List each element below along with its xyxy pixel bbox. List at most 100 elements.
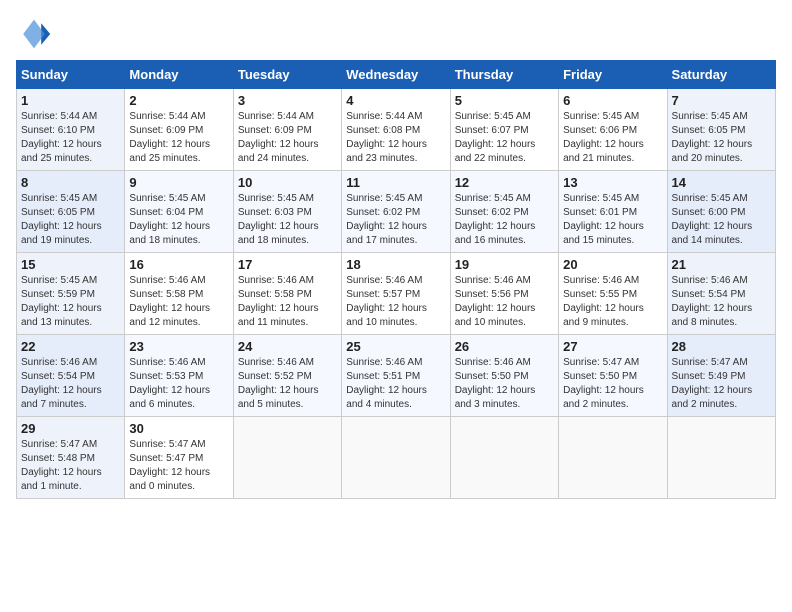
day-detail: Sunrise: 5:46 AM Sunset: 5:54 PM Dayligh… — [672, 274, 771, 330]
day-number: 10 — [238, 175, 337, 190]
day-number: 28 — [672, 339, 771, 354]
day-number: 24 — [238, 339, 337, 354]
day-detail: Sunrise: 5:47 AM Sunset: 5:50 PM Dayligh… — [563, 356, 662, 412]
day-number: 12 — [455, 175, 554, 190]
calendar-cell: 27 Sunrise: 5:47 AM Sunset: 5:50 PM Dayli… — [559, 335, 667, 417]
page-header — [16, 16, 776, 52]
day-number: 17 — [238, 257, 337, 272]
calendar-cell: 22Sunrise: 5:46 AM Sunset: 5:54 PM Dayli… — [17, 335, 125, 417]
calendar-cell: 4 Sunrise: 5:44 AM Sunset: 6:08 PM Daylig… — [342, 89, 450, 171]
day-number: 6 — [563, 93, 662, 108]
day-number: 23 — [129, 339, 228, 354]
day-detail: Sunrise: 5:46 AM Sunset: 5:58 PM Dayligh… — [238, 274, 337, 330]
calendar-cell: 6 Sunrise: 5:45 AM Sunset: 6:06 PM Daylig… — [559, 89, 667, 171]
day-number: 4 — [346, 93, 445, 108]
day-number: 2 — [129, 93, 228, 108]
day-detail: Sunrise: 5:46 AM Sunset: 5:57 PM Dayligh… — [346, 274, 445, 330]
calendar-cell: 7 Sunrise: 5:45 AM Sunset: 6:05 PM Daylig… — [667, 89, 775, 171]
header-monday: Monday — [125, 61, 233, 89]
day-detail: Sunrise: 5:45 AM Sunset: 6:06 PM Dayligh… — [563, 110, 662, 166]
week-row-1: 1 Sunrise: 5:44 AM Sunset: 6:10 PM Daylig… — [17, 89, 776, 171]
calendar-cell: 11 Sunrise: 5:45 AM Sunset: 6:02 PM Dayli… — [342, 171, 450, 253]
calendar-cell: 29Sunrise: 5:47 AM Sunset: 5:48 PM Dayli… — [17, 417, 125, 499]
calendar-cell: 23 Sunrise: 5:46 AM Sunset: 5:53 PM Dayli… — [125, 335, 233, 417]
day-detail: Sunrise: 5:44 AM Sunset: 6:10 PM Dayligh… — [21, 110, 120, 166]
day-detail: Sunrise: 5:45 AM Sunset: 6:04 PM Dayligh… — [129, 192, 228, 248]
day-number: 1 — [21, 93, 120, 108]
calendar-cell: 14 Sunrise: 5:45 AM Sunset: 6:00 PM Dayli… — [667, 171, 775, 253]
logo — [16, 16, 56, 52]
header-thursday: Thursday — [450, 61, 558, 89]
calendar-cell: 1 Sunrise: 5:44 AM Sunset: 6:10 PM Daylig… — [17, 89, 125, 171]
day-detail: Sunrise: 5:45 AM Sunset: 6:02 PM Dayligh… — [455, 192, 554, 248]
day-detail: Sunrise: 5:46 AM Sunset: 5:58 PM Dayligh… — [129, 274, 228, 330]
header-friday: Friday — [559, 61, 667, 89]
day-number: 25 — [346, 339, 445, 354]
day-detail: Sunrise: 5:45 AM Sunset: 6:05 PM Dayligh… — [672, 110, 771, 166]
calendar-cell: 3 Sunrise: 5:44 AM Sunset: 6:09 PM Daylig… — [233, 89, 341, 171]
day-detail: Sunrise: 5:45 AM Sunset: 6:00 PM Dayligh… — [672, 192, 771, 248]
calendar-cell: 17 Sunrise: 5:46 AM Sunset: 5:58 PM Dayli… — [233, 253, 341, 335]
day-detail: Sunrise: 5:45 AM Sunset: 6:03 PM Dayligh… — [238, 192, 337, 248]
day-number: 8 — [21, 175, 120, 190]
day-number: 5 — [455, 93, 554, 108]
calendar-cell: 20 Sunrise: 5:46 AM Sunset: 5:55 PM Dayli… — [559, 253, 667, 335]
calendar-body: 1 Sunrise: 5:44 AM Sunset: 6:10 PM Daylig… — [17, 89, 776, 499]
day-detail: Sunrise: 5:46 AM Sunset: 5:56 PM Dayligh… — [455, 274, 554, 330]
day-detail: Sunrise: 5:45 AM Sunset: 6:01 PM Dayligh… — [563, 192, 662, 248]
day-detail: Sunrise: 5:47 AM Sunset: 5:47 PM Dayligh… — [129, 438, 228, 494]
week-row-2: 8 Sunrise: 5:45 AM Sunset: 6:05 PM Daylig… — [17, 171, 776, 253]
calendar-cell: 21 Sunrise: 5:46 AM Sunset: 5:54 PM Dayli… — [667, 253, 775, 335]
calendar-cell: 18Sunrise: 5:46 AM Sunset: 5:57 PM Dayli… — [342, 253, 450, 335]
day-number: 30 — [129, 421, 228, 436]
day-number: 7 — [672, 93, 771, 108]
day-detail: Sunrise: 5:44 AM Sunset: 6:08 PM Dayligh… — [346, 110, 445, 166]
calendar-cell: 30 Sunrise: 5:47 AM Sunset: 5:47 PM Dayli… — [125, 417, 233, 499]
week-row-4: 22Sunrise: 5:46 AM Sunset: 5:54 PM Dayli… — [17, 335, 776, 417]
day-number: 9 — [129, 175, 228, 190]
header-saturday: Saturday — [667, 61, 775, 89]
calendar-cell — [667, 417, 775, 499]
logo-icon — [16, 16, 52, 52]
day-detail: Sunrise: 5:46 AM Sunset: 5:53 PM Dayligh… — [129, 356, 228, 412]
day-detail: Sunrise: 5:47 AM Sunset: 5:49 PM Dayligh… — [672, 356, 771, 412]
header-sunday: Sunday — [17, 61, 125, 89]
calendar-cell — [450, 417, 558, 499]
day-number: 15 — [21, 257, 120, 272]
day-number: 22 — [21, 339, 120, 354]
day-number: 11 — [346, 175, 445, 190]
calendar-table: SundayMondayTuesdayWednesdayThursdayFrid… — [16, 60, 776, 499]
calendar-cell — [342, 417, 450, 499]
day-detail: Sunrise: 5:45 AM Sunset: 6:05 PM Dayligh… — [21, 192, 120, 248]
calendar-cell: 15Sunrise: 5:45 AM Sunset: 5:59 PM Dayli… — [17, 253, 125, 335]
day-number: 26 — [455, 339, 554, 354]
day-detail: Sunrise: 5:46 AM Sunset: 5:55 PM Dayligh… — [563, 274, 662, 330]
day-detail: Sunrise: 5:45 AM Sunset: 6:02 PM Dayligh… — [346, 192, 445, 248]
day-number: 14 — [672, 175, 771, 190]
day-detail: Sunrise: 5:46 AM Sunset: 5:52 PM Dayligh… — [238, 356, 337, 412]
calendar-cell: 26Sunrise: 5:46 AM Sunset: 5:50 PM Dayli… — [450, 335, 558, 417]
day-detail: Sunrise: 5:44 AM Sunset: 6:09 PM Dayligh… — [129, 110, 228, 166]
day-number: 20 — [563, 257, 662, 272]
calendar-cell: 2 Sunrise: 5:44 AM Sunset: 6:09 PM Daylig… — [125, 89, 233, 171]
day-number: 21 — [672, 257, 771, 272]
header-tuesday: Tuesday — [233, 61, 341, 89]
calendar-cell: 28 Sunrise: 5:47 AM Sunset: 5:49 PM Dayli… — [667, 335, 775, 417]
day-detail: Sunrise: 5:44 AM Sunset: 6:09 PM Dayligh… — [238, 110, 337, 166]
calendar-cell: 24 Sunrise: 5:46 AM Sunset: 5:52 PM Dayli… — [233, 335, 341, 417]
week-row-3: 15Sunrise: 5:45 AM Sunset: 5:59 PM Dayli… — [17, 253, 776, 335]
header-wednesday: Wednesday — [342, 61, 450, 89]
calendar-cell: 12 Sunrise: 5:45 AM Sunset: 6:02 PM Dayli… — [450, 171, 558, 253]
calendar-header: SundayMondayTuesdayWednesdayThursdayFrid… — [17, 61, 776, 89]
calendar-cell: 13Sunrise: 5:45 AM Sunset: 6:01 PM Dayli… — [559, 171, 667, 253]
calendar-cell: 8 Sunrise: 5:45 AM Sunset: 6:05 PM Daylig… — [17, 171, 125, 253]
day-number: 3 — [238, 93, 337, 108]
day-number: 19 — [455, 257, 554, 272]
calendar-cell: 16 Sunrise: 5:46 AM Sunset: 5:58 PM Dayli… — [125, 253, 233, 335]
day-number: 27 — [563, 339, 662, 354]
calendar-cell: 25Sunrise: 5:46 AM Sunset: 5:51 PM Dayli… — [342, 335, 450, 417]
day-detail: Sunrise: 5:47 AM Sunset: 5:48 PM Dayligh… — [21, 438, 120, 494]
day-number: 16 — [129, 257, 228, 272]
calendar-cell: 9 Sunrise: 5:45 AM Sunset: 6:04 PM Daylig… — [125, 171, 233, 253]
calendar-cell — [233, 417, 341, 499]
